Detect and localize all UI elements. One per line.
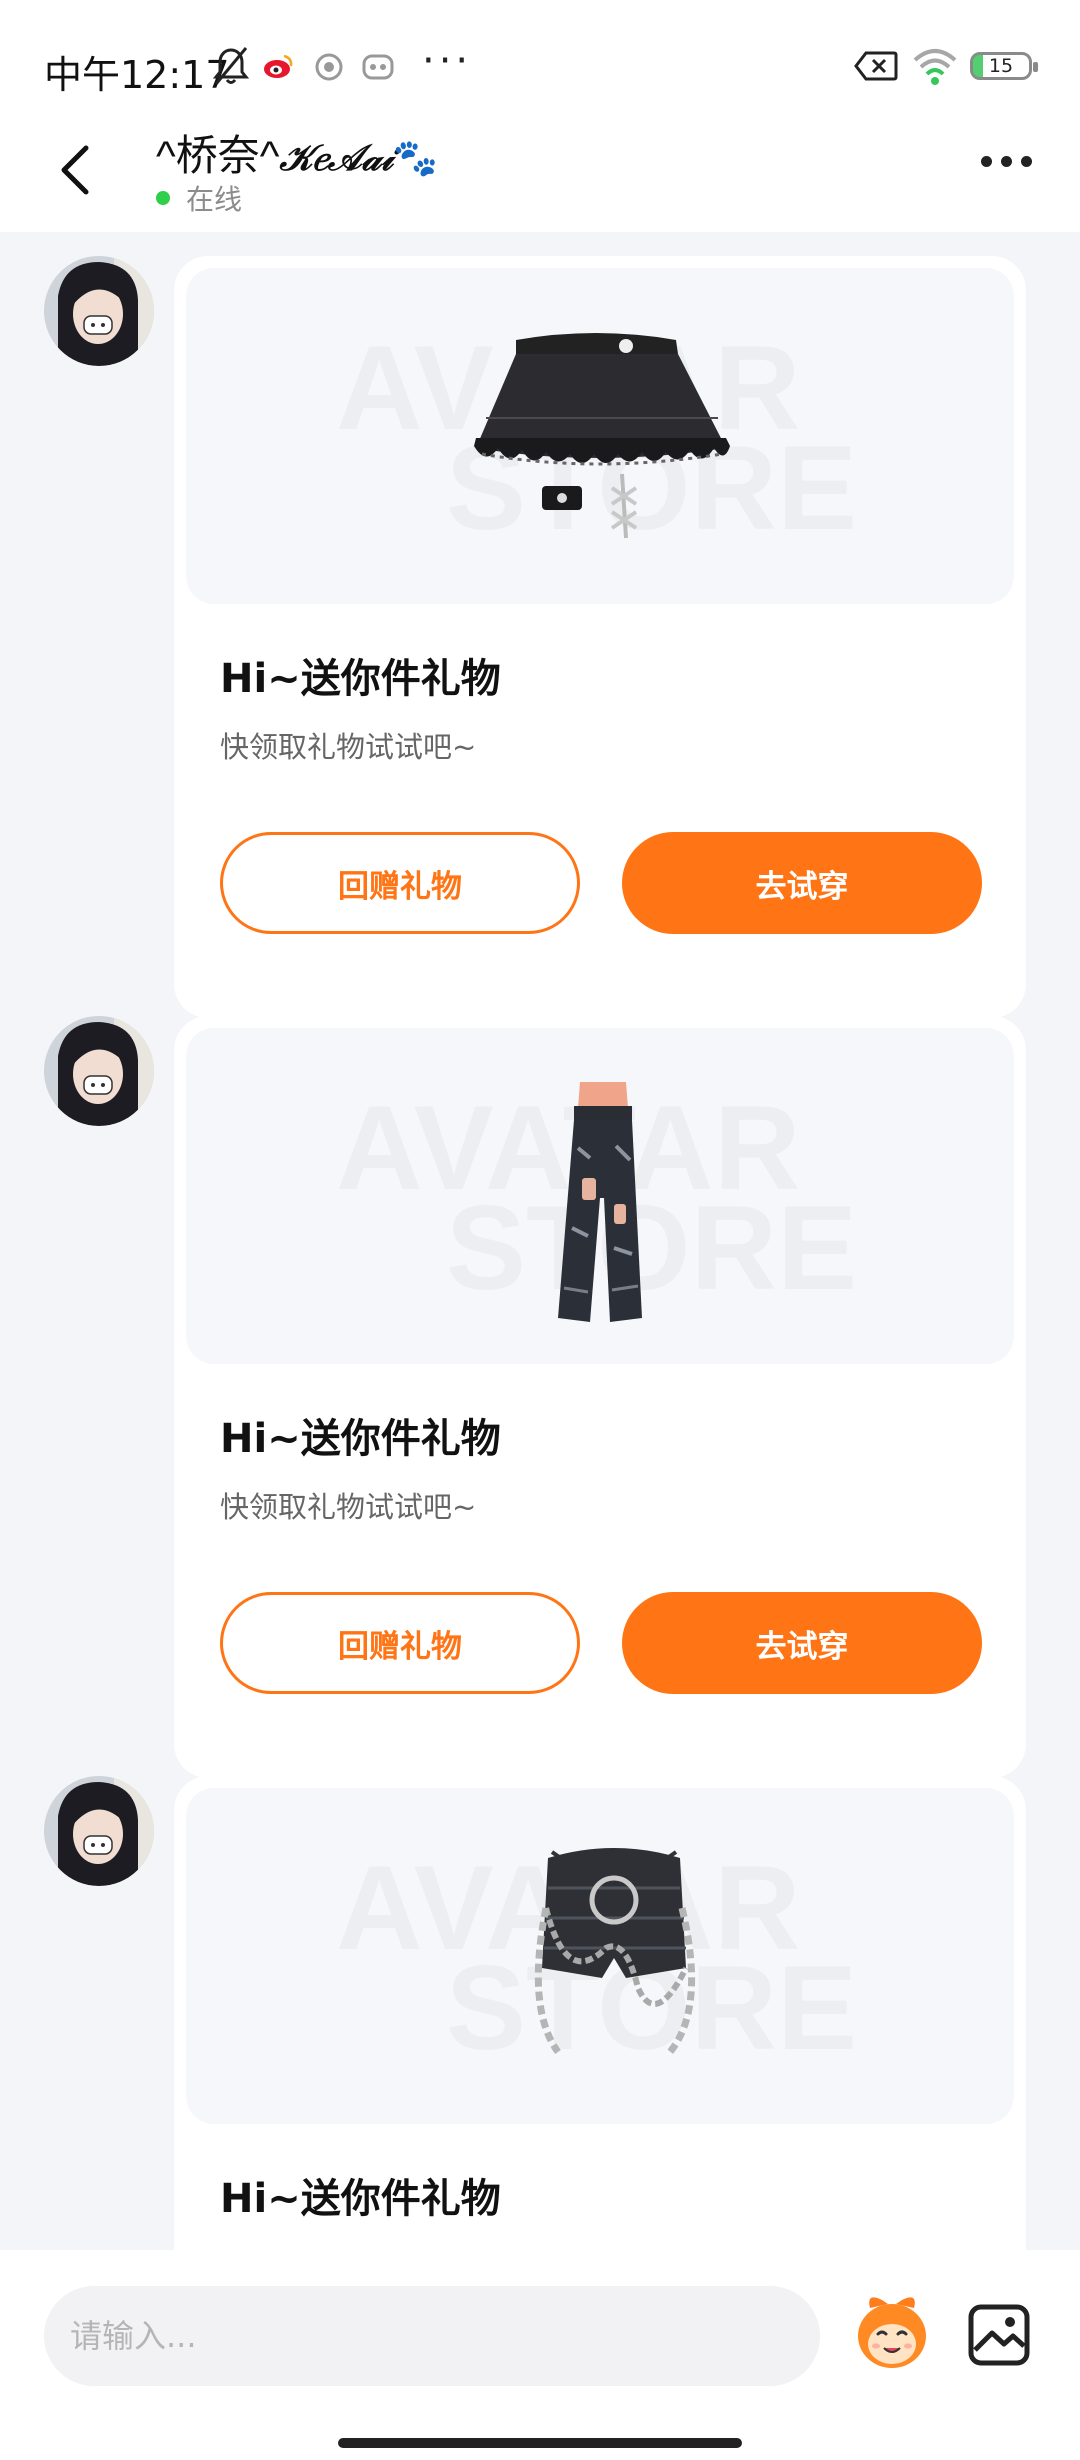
battery-level: 15 [988,55,1014,77]
gift-preview[interactable]: AVATAR STORE [186,1028,1014,1364]
input-bar [0,2250,1080,2460]
weibo-icon [264,54,293,78]
chat-title: ^桥奈^𝒦𝑒𝒜𝒶𝒾🐾 [156,122,438,183]
battery-fill [973,55,984,77]
card-title: Hi~送你件礼物 [220,2176,501,2222]
card-subtitle: 快领取礼物试试吧~ [220,1490,477,1524]
sim-off-icon [854,51,898,81]
bell-off-icon [212,47,250,85]
home-indicator[interactable] [338,2438,742,2448]
dot [1021,156,1032,167]
gift-card[interactable]: AVATAR STORE Hi~送你件礼物 [174,1776,1026,2250]
try-on-button[interactable]: 去试穿 [622,832,982,934]
gift-preview[interactable]: AVATAR STORE [186,1788,1014,2124]
online-status-text: 在线 [186,183,243,216]
wifi-icon [913,49,957,85]
message-input[interactable] [44,2286,820,2386]
chat-header: ^桥奈^𝒦𝑒𝒜𝒶𝒾🐾 在线 [0,110,1080,232]
jeans-image [558,1082,642,1322]
try-on-button[interactable]: 去试穿 [622,1592,982,1694]
app-icon [315,53,343,81]
more-icon: ··· [422,38,473,84]
gift-card[interactable]: AVATAR STORE Hi~送你件礼物 快领取礼物试试吧~ 回赠礼物 去试穿 [174,256,1026,1018]
card-title: Hi~送你件礼物 [220,656,501,702]
card-title: Hi~送你件礼物 [220,1416,501,1462]
online-dot [156,191,170,205]
paw-icon: 🐾 [393,137,438,178]
image-icon[interactable] [966,2302,1032,2368]
sender-avatar[interactable] [44,1016,154,1126]
gift-preview[interactable]: AVATAR STORE [186,268,1014,604]
online-status: 在线 [156,178,242,218]
card-subtitle: 快领取礼物试试吧~ [220,730,477,764]
return-gift-button[interactable]: 回赠礼物 [220,1592,580,1694]
chat-title-fancy: 𝒦𝑒𝒜𝒶𝒾 [279,137,394,179]
mascot-sticker-icon[interactable] [852,2288,932,2374]
shorts-image [534,1848,696,2055]
chat-title-name: ^桥奈^ [156,132,280,179]
dot [1001,156,1012,167]
skirt-image [474,333,730,539]
sender-avatar[interactable] [44,1776,154,1886]
dot [981,156,992,167]
more-options-button[interactable] [981,156,1032,167]
return-gift-button[interactable]: 回赠礼物 [220,832,580,934]
app-icon [362,54,394,80]
sender-avatar[interactable] [44,256,154,366]
status-time: 中午12:17 [44,53,230,97]
gift-card[interactable]: AVATAR STORE Hi~送你件礼物 快领取礼物试试吧~ 回赠礼物 去试穿 [174,1016,1026,1778]
battery-icon: 15 [970,52,1038,80]
back-icon[interactable] [46,134,106,204]
